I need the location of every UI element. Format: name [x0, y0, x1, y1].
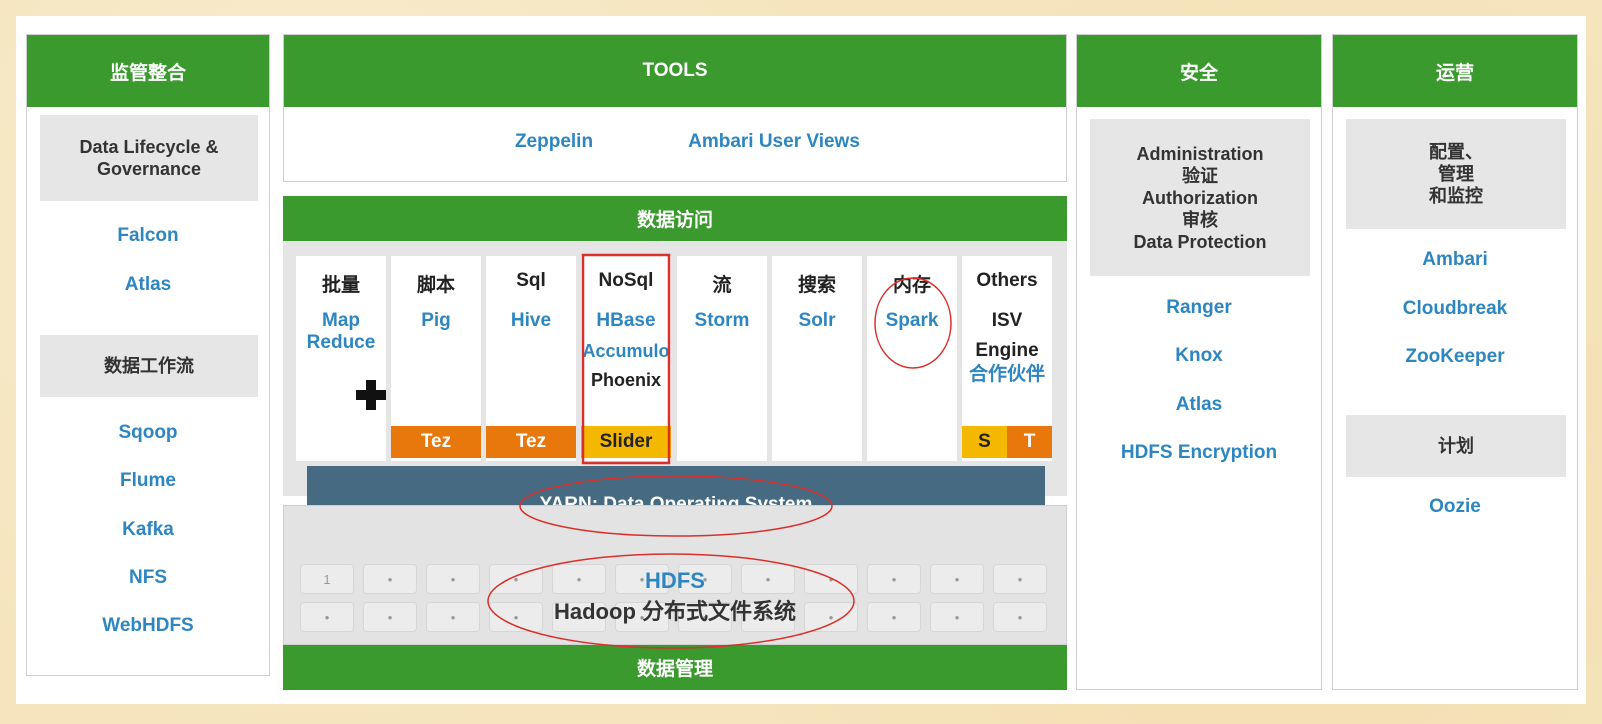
workflow-box: 数据工作流 [40, 335, 258, 397]
link-knox[interactable]: Knox [1077, 345, 1321, 367]
card-title: Others [976, 270, 1038, 291]
link-cloudbreak[interactable]: Cloudbreak [1333, 298, 1577, 320]
security-line: 验证 [1182, 165, 1218, 186]
security-header: 安全 [1077, 35, 1321, 107]
card-title: 搜索 [797, 275, 836, 296]
hdfs-label: HDFS [645, 568, 705, 593]
link-sqoop[interactable]: Sqoop [27, 422, 269, 444]
data-management-panel: 1 • • • • • • • • • • • • • • • • • • • • • • • HDFS Hadoop 分布… [283, 505, 1067, 645]
card-title: Sql [516, 270, 546, 291]
config-line: 管理 [1438, 164, 1474, 184]
governance-column: 监管整合 Data Lifecycle & Governance Falcon … [26, 34, 270, 676]
operations-column: 运营 配置、 管理 和监控 Ambari Cloudbreak ZooKeepe… [1332, 34, 1578, 690]
config-line: 和监控 [1429, 186, 1483, 206]
link-falcon[interactable]: Falcon [27, 225, 269, 247]
security-line: Data Protection [1133, 231, 1267, 252]
link-ambari[interactable]: Ambari [1333, 249, 1577, 271]
link-flume[interactable]: Flume [27, 470, 269, 492]
card-item[interactable]: ISV [962, 310, 1052, 332]
card-item[interactable]: Pig [391, 310, 481, 332]
config-box: 配置、 管理 和监控 [1346, 119, 1566, 229]
card-memory: 内存 Spark [867, 256, 957, 461]
tools-panel: TOOLS Zeppelin Ambari User Views [283, 34, 1067, 182]
security-line: 审核 [1182, 209, 1218, 230]
tools-header: TOOLS [284, 35, 1066, 107]
lifecycle-box: Data Lifecycle & Governance [40, 115, 258, 201]
link-kafka[interactable]: Kafka [27, 519, 269, 541]
card-title: NoSql [598, 270, 654, 291]
link-ranger[interactable]: Ranger [1077, 297, 1321, 319]
link-webhdfs[interactable]: WebHDFS [27, 615, 269, 637]
config-line: 配置、 [1429, 142, 1483, 162]
link-ambari-user-views[interactable]: Ambari User Views [674, 131, 874, 153]
card-title: 内存 [892, 275, 931, 296]
link-zeppelin[interactable]: Zeppelin [484, 131, 624, 153]
card-item[interactable]: Spark [867, 310, 957, 332]
card-item[interactable]: Reduce [296, 332, 386, 354]
link-zookeeper[interactable]: ZooKeeper [1333, 346, 1577, 368]
engine-badge-t: T [1007, 426, 1052, 458]
schedule-box: 计划 [1346, 415, 1566, 477]
card-item[interactable]: Engine [962, 340, 1052, 362]
engine-badge-slider: Slider [581, 426, 671, 458]
card-batch: 批量 Map Reduce [296, 256, 386, 461]
card-search: 搜索 Solr [772, 256, 862, 461]
card-item[interactable]: Storm [677, 310, 767, 332]
card-title: 批量 [321, 275, 360, 296]
security-line: Administration [1136, 143, 1264, 164]
link-atlas[interactable]: Atlas [27, 274, 269, 296]
card-item[interactable]: Accumulo [581, 340, 671, 362]
lifecycle-line-1: Data Lifecycle & [79, 137, 219, 157]
engine-badge-tez: Tez [486, 426, 576, 458]
security-box: Administration 验证 Authorization 审核 Data … [1090, 119, 1310, 276]
card-title: 脚本 [416, 275, 455, 296]
lifecycle-line-2: Governance [96, 159, 202, 179]
card-item[interactable]: 合作伙伴 [962, 364, 1052, 386]
card-item[interactable]: HBase [581, 310, 671, 332]
link-hdfs-encryption[interactable]: HDFS Encryption [1077, 442, 1321, 464]
engine-badge-s: S [962, 426, 1007, 458]
governance-header: 监管整合 [27, 35, 269, 107]
security-line: Authorization [1142, 187, 1258, 208]
card-item[interactable]: Solr [772, 310, 862, 332]
data-access-header: 数据访问 [283, 196, 1067, 241]
operations-header: 运营 [1333, 35, 1577, 107]
data-management-footer: 数据管理 [283, 645, 1067, 690]
hdfs-subtitle: Hadoop 分布式文件系统 [554, 599, 796, 624]
card-item[interactable]: Phoenix [581, 369, 671, 391]
card-item[interactable]: Hive [486, 310, 576, 332]
security-column: 安全 Administration 验证 Authorization 审核 Da… [1076, 34, 1322, 690]
link-nfs[interactable]: NFS [27, 567, 269, 589]
card-stream: 流 Storm [677, 256, 767, 461]
link-oozie[interactable]: Oozie [1333, 496, 1577, 518]
link-atlas-security[interactable]: Atlas [1077, 394, 1321, 416]
card-item[interactable]: Map [296, 310, 386, 332]
engine-badge-tez: Tez [391, 426, 481, 458]
card-title: 流 [712, 275, 732, 296]
